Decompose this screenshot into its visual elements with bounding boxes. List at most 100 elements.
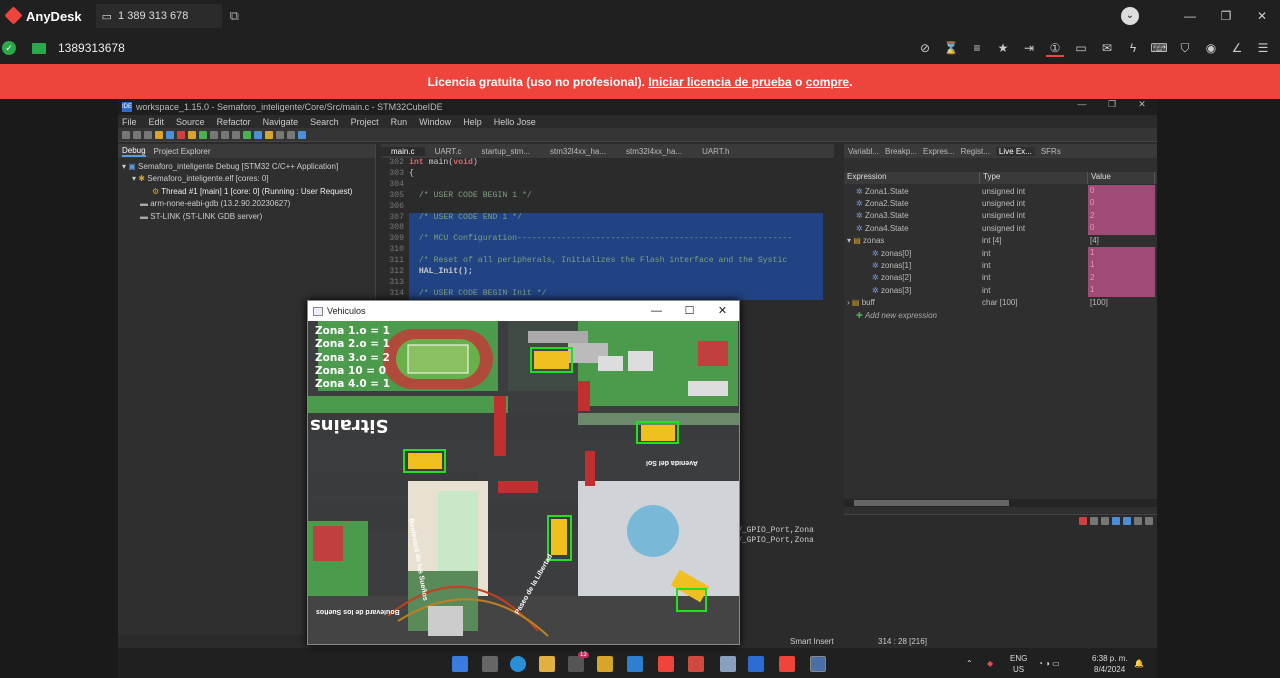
menu-project[interactable]: Project xyxy=(351,117,379,127)
vehiculos-maximize[interactable]: ☐ xyxy=(673,301,706,321)
session-tab[interactable]: ▭ 1 389 313 678 xyxy=(95,4,222,28)
close-button[interactable]: ✕ xyxy=(1244,9,1280,23)
anydesk-task-icon-2[interactable] xyxy=(779,656,795,672)
tab-expressions[interactable]: Expres... xyxy=(923,147,955,156)
clock-date[interactable]: 8/4/2024 xyxy=(1094,665,1125,674)
python-icon[interactable] xyxy=(810,656,826,672)
tray-app-icon[interactable]: ◆ xyxy=(987,659,993,668)
menu-file[interactable]: File xyxy=(122,117,137,127)
address-input[interactable]: 1389313678 xyxy=(58,41,125,55)
clock-time[interactable]: 6:38 p. m. xyxy=(1092,654,1128,663)
record-icon[interactable]: ◉ xyxy=(1202,39,1220,57)
language-us[interactable]: US xyxy=(1013,665,1024,674)
star-icon[interactable]: ★ xyxy=(994,39,1012,57)
transfer-icon[interactable]: ⇥ xyxy=(1020,39,1038,57)
menu-edit[interactable]: Edit xyxy=(149,117,165,127)
scroll-lock-icon[interactable] xyxy=(1112,517,1120,525)
vehiculos-window[interactable]: Vehiculos — ☐ ✕ Zona 1.o = 1 Zona 2.o = … xyxy=(307,300,740,645)
calculator-icon[interactable] xyxy=(720,656,736,672)
ide-maximize[interactable]: ❐ xyxy=(1097,99,1127,110)
table-row[interactable]: ✲ Zona3.State unsigned int 2 xyxy=(844,209,1157,223)
table-row[interactable]: ✲ zonas[1] int 1 xyxy=(844,259,1157,272)
table-row[interactable]: ✲ Zona4.State unsigned int 0 xyxy=(844,222,1157,235)
stop-icon[interactable] xyxy=(177,130,185,139)
ide-minimize[interactable]: — xyxy=(1067,99,1097,110)
saveall-icon[interactable] xyxy=(144,130,152,139)
whiteboard-icon[interactable]: ∠ xyxy=(1228,39,1246,57)
tray-chevron-icon[interactable]: ⌃ xyxy=(966,659,973,668)
maximize-button[interactable]: ❐ xyxy=(1208,9,1244,23)
table-row[interactable]: ✲ zonas[2] int 2 xyxy=(844,271,1157,285)
tab-sfrs[interactable]: SFRs xyxy=(1041,147,1061,156)
pin-icon[interactable] xyxy=(1123,517,1131,525)
store-icon[interactable] xyxy=(568,656,584,672)
clear-icon[interactable] xyxy=(1101,517,1109,525)
menu-icon[interactable]: ☰ xyxy=(1254,39,1272,57)
editor-tab[interactable]: stm32l4xx_ha... xyxy=(540,147,616,156)
edge-icon[interactable] xyxy=(510,656,526,672)
table-row[interactable]: ✲ zonas[3] int 1 xyxy=(844,284,1157,297)
menu-search[interactable]: Search xyxy=(310,117,339,127)
task-view-icon[interactable] xyxy=(482,656,498,672)
menu-hello[interactable]: Hello Jose xyxy=(494,117,536,127)
step-over-icon[interactable] xyxy=(221,130,229,139)
bell-icon[interactable]: 🔔 xyxy=(1134,659,1144,668)
new-icon[interactable] xyxy=(122,130,130,139)
chat-icon[interactable]: ✉ xyxy=(1098,39,1116,57)
editor-tab[interactable]: startup_stm... xyxy=(472,147,540,156)
editor-tab-main[interactable]: main.c xyxy=(381,146,425,156)
tab-variables[interactable]: Variabl... xyxy=(848,147,879,156)
debug-tree-item[interactable]: ⚙ Thread #1 [main] 1 [core: 0] (Running … xyxy=(122,186,371,198)
trial-link[interactable]: Iniciar licencia de prueba xyxy=(648,75,791,89)
resume-icon[interactable] xyxy=(199,130,207,139)
remove-icon[interactable] xyxy=(1090,517,1098,525)
terminate-icon[interactable] xyxy=(1079,517,1087,525)
build-icon[interactable] xyxy=(155,130,163,139)
menu-source[interactable]: Source xyxy=(176,117,205,127)
file-explorer-icon[interactable] xyxy=(539,656,555,672)
tab-breakpoints[interactable]: Breakp... xyxy=(885,147,917,156)
display-console-icon[interactable] xyxy=(1134,517,1142,525)
nav-back-icon[interactable] xyxy=(276,130,284,139)
stm32cubeide-icon[interactable] xyxy=(748,656,764,672)
table-row[interactable]: ✲ Zona2.State unsigned int 0 xyxy=(844,197,1157,210)
language-eng[interactable]: ENG xyxy=(1010,654,1027,663)
menu-window[interactable]: Window xyxy=(419,117,451,127)
debug-tree-item[interactable]: ▾ ▣ Semaforo_inteligente Debug [STM32 C/… xyxy=(122,161,371,173)
search-tool-icon[interactable] xyxy=(265,130,273,139)
run-icon[interactable] xyxy=(243,130,251,139)
start-icon[interactable] xyxy=(452,656,468,672)
table-row[interactable]: ✲ Zona1.State unsigned int 0 xyxy=(844,185,1157,198)
menu-refactor[interactable]: Refactor xyxy=(217,117,251,127)
horizontal-scrollbar[interactable] xyxy=(844,499,1157,507)
debug-tree-item[interactable]: ▬ arm-none-eabi-gdb (13.2.90.20230627) xyxy=(122,198,371,210)
nav-forward-icon[interactable] xyxy=(287,130,295,139)
keyboard-icon[interactable]: ⌨ xyxy=(1150,39,1168,57)
menu-navigate[interactable]: Navigate xyxy=(263,117,299,127)
app-grid-icon[interactable] xyxy=(688,656,704,672)
step-return-icon[interactable] xyxy=(232,130,240,139)
vehiculos-close[interactable]: ✕ xyxy=(706,301,739,321)
editor-tab[interactable]: stm32l4xx_ha... xyxy=(616,147,692,156)
save-icon[interactable] xyxy=(133,130,141,139)
menu-run[interactable]: Run xyxy=(391,117,408,127)
step-into-icon[interactable] xyxy=(210,130,218,139)
display-icon[interactable]: ▭ xyxy=(1072,39,1090,57)
privacy-icon[interactable]: ⊘ xyxy=(916,39,934,57)
code-text[interactable]: int main(void){ /* USER CODE BEGIN 1 */ … xyxy=(409,158,823,300)
editor-tab[interactable]: UART.h xyxy=(692,147,739,156)
tab-debug[interactable]: Debug xyxy=(122,146,146,157)
tab-live-expressions[interactable]: Live Ex... xyxy=(995,146,1035,156)
add-expression-row[interactable]: ✚ Add new expression xyxy=(844,309,1157,321)
table-row[interactable]: ▾ ▤ zonas int [4] [4] xyxy=(844,235,1157,247)
vscode-icon[interactable] xyxy=(627,656,643,672)
pause-icon[interactable] xyxy=(188,130,196,139)
monitor-select-icon[interactable]: ① xyxy=(1046,39,1064,57)
vehiculos-minimize[interactable]: — xyxy=(640,301,673,321)
debug-tree-item[interactable]: ▾ ✱ Semaforo_inteligente.elf [cores: 0] xyxy=(122,173,371,185)
tab-registers[interactable]: Regist... xyxy=(961,147,990,156)
buy-link[interactable]: compre xyxy=(806,75,849,89)
anydesk-task-icon[interactable] xyxy=(658,656,674,672)
ide-close[interactable]: ✕ xyxy=(1127,99,1157,110)
tab-project-explorer[interactable]: Project Explorer xyxy=(154,147,211,156)
